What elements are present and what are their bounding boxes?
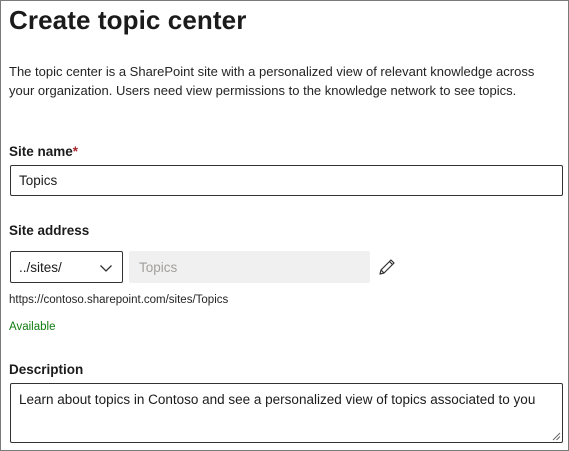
site-path-dropdown[interactable]: ../sites/ [10, 251, 123, 283]
site-address-input: Topics [129, 251, 370, 283]
site-name-label-text: Site name [9, 144, 73, 159]
pencil-icon [379, 259, 395, 275]
edit-site-address-button[interactable] [375, 255, 399, 279]
site-path-value: ../sites/ [19, 260, 62, 275]
site-name-label: Site name* [9, 144, 78, 159]
description-label: Description [9, 362, 84, 377]
site-full-url: https://contoso.sharepoint.com/sites/Top… [9, 294, 229, 306]
site-address-value: Topics [139, 260, 178, 275]
create-topic-center-panel: Create topic center The topic center is … [0, 0, 569, 451]
required-marker: * [72, 144, 79, 159]
chevron-down-icon [100, 265, 112, 272]
page-title: Create topic center [9, 5, 247, 35]
site-name-input[interactable] [10, 165, 563, 196]
description-textarea[interactable] [10, 383, 563, 443]
site-address-label: Site address [9, 223, 90, 238]
availability-status: Available [9, 321, 56, 333]
intro-text: The topic center is a SharePoint site wi… [9, 64, 535, 98]
resize-grip-icon[interactable] [551, 431, 561, 441]
